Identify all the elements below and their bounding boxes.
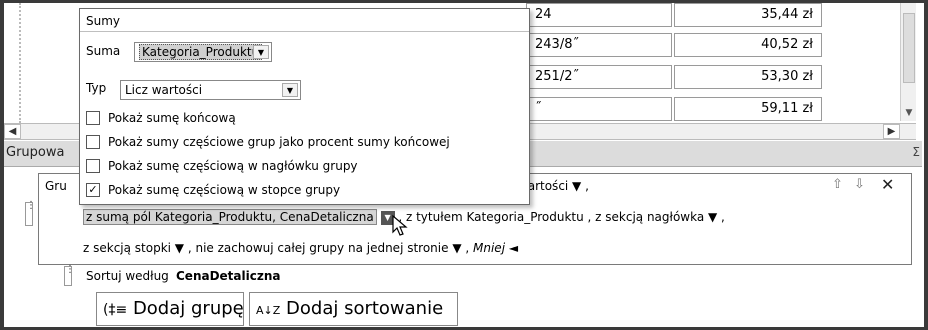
table-cell-dim[interactable]: 251/2˝ xyxy=(526,65,672,89)
group-line-3: z sekcją stopki ▼ , nie zachowuj całej g… xyxy=(83,241,518,255)
add-sort-button[interactable]: A↓Z Dodaj sortowanie xyxy=(249,292,458,326)
scroll-thumb[interactable] xyxy=(903,13,915,83)
checkbox-show-in-footer[interactable]: ✓ xyxy=(86,183,100,197)
move-down-icon[interactable]: ⇩ xyxy=(854,177,865,192)
sigma-icon[interactable]: Σ xyxy=(912,145,920,159)
add-group-icon: (‡≡ xyxy=(103,302,128,318)
divider xyxy=(80,31,529,32)
totals-field-selector[interactable]: z sumą pól Kategoria_Produktu, CenaDetal… xyxy=(83,209,377,225)
group-options-text[interactable]: , z tytułem Kategoria_Produktu , z sekcj… xyxy=(398,210,725,224)
drag-handle[interactable]: ⋮ xyxy=(64,265,75,286)
totals-popup: Sumy Suma Kategoria_Produktu ▼ Typ Licz … xyxy=(79,8,530,205)
move-up-icon[interactable]: ⇧ xyxy=(832,177,843,192)
group-line-1: Gru xyxy=(45,179,67,193)
vertical-scrollbar[interactable]: ▼ xyxy=(900,3,916,121)
option-label: Pokaż sumę końcową xyxy=(108,111,236,125)
add-group-button[interactable]: (‡≡ Dodaj grupę xyxy=(96,292,244,326)
delete-icon[interactable]: ✕ xyxy=(881,175,894,194)
footer-options-text[interactable]: z sekcją stopki ▼ , nie zachowuj całej g… xyxy=(83,241,469,255)
less-link[interactable]: Mniej ◄ xyxy=(473,241,518,255)
scroll-right-icon[interactable]: ▶ xyxy=(883,124,900,139)
checkbox-show-in-header[interactable] xyxy=(86,159,100,173)
option-label: Pokaż sumę częściową w nagłówku grupy xyxy=(108,159,358,173)
option-label: Pokaż sumę częściową w stopce grupy xyxy=(108,183,341,197)
chevron-down-icon[interactable]: ▼ xyxy=(253,45,269,59)
sum-field-select[interactable]: Kategoria_Produktu ▼ xyxy=(134,42,272,62)
row-tree-lines xyxy=(19,3,39,123)
drag-handle[interactable]: ⋮ xyxy=(25,201,36,226)
chevron-down-icon[interactable]: ▼ xyxy=(282,83,298,97)
sum-label: Suma xyxy=(86,44,121,58)
scroll-left-icon[interactable]: ◀ xyxy=(4,124,21,139)
sort-field[interactable]: CenaDetaliczna xyxy=(176,269,280,283)
checkbox-show-grand-total[interactable] xyxy=(86,111,100,125)
table-cell-price[interactable]: 59,11 zł xyxy=(674,97,822,121)
table-cell-price[interactable]: 53,30 zł xyxy=(674,65,822,89)
table-cell-dim[interactable]: 24 xyxy=(526,3,672,27)
table-cell-dim[interactable]: 243/8˝ xyxy=(526,33,672,57)
table-cell-price[interactable]: 35,44 zł xyxy=(674,3,822,27)
table-cell-dim[interactable]: ˝ xyxy=(526,97,672,121)
popup-title: Sumy xyxy=(86,14,121,28)
scroll-down-icon[interactable]: ▼ xyxy=(901,105,917,121)
option-label: Pokaż sumy częściowe grup jako procent s… xyxy=(108,135,450,149)
type-label: Typ xyxy=(86,81,107,95)
sort-az-icon: A↓Z xyxy=(256,304,281,317)
type-select[interactable]: Licz wartości ▼ xyxy=(120,80,301,100)
pane-title: Grupowa xyxy=(6,145,65,160)
sort-level-row: Sortuj według CenaDetaliczna xyxy=(82,266,402,288)
sort-prefix: Sortuj według xyxy=(86,269,169,283)
mouse-cursor-icon xyxy=(392,215,408,236)
checkbox-show-percent[interactable] xyxy=(86,135,100,149)
table-cell-price[interactable]: 40,52 zł xyxy=(674,33,822,57)
